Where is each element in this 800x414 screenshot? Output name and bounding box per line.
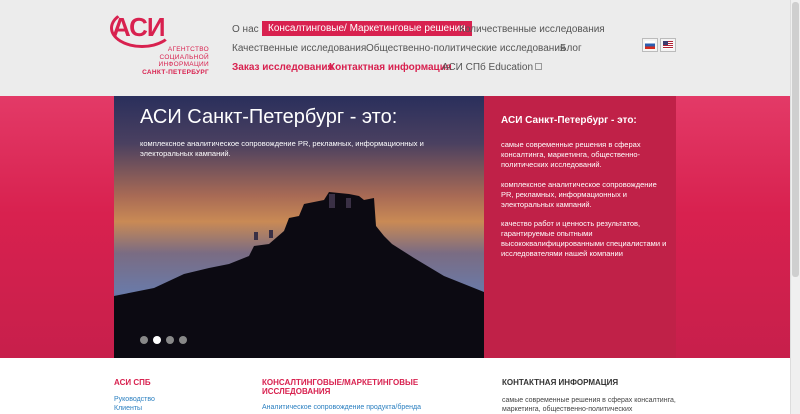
nav-blog[interactable]: Блог: [560, 43, 582, 54]
slide-title: АСИ Санкт-Петербург - это:: [140, 106, 398, 128]
slider-dot-2[interactable]: [153, 336, 161, 344]
footer-link-clients[interactable]: Клиенты: [114, 405, 142, 412]
castle-silhouette: [114, 192, 484, 358]
nav-quantitative[interactable]: Количественные исследования: [459, 24, 605, 35]
footer-col1-title: АСИ СПБ: [114, 378, 151, 387]
slide-text: комплексное аналитическое сопровождение …: [140, 139, 424, 158]
en-flag-icon[interactable]: [660, 38, 676, 52]
footer-contact-text: самые современные решения в сферах конса…: [502, 397, 676, 413]
nav-order[interactable]: Заказ исследования: [232, 62, 333, 73]
nav-contacts[interactable]: Контактная информация: [329, 62, 452, 73]
logo-mark: АСИ: [110, 8, 174, 48]
nav-about[interactable]: О нас: [232, 24, 259, 35]
nav-consulting[interactable]: Консалтинговые/ Маркетинговые решения: [262, 21, 472, 36]
footer-col3-title: КОНТАКТНАЯ ИНФОРМАЦИЯ: [502, 378, 619, 387]
page-scrollbar[interactable]: [790, 0, 800, 414]
ru-flag-icon[interactable]: [642, 38, 658, 52]
footer-col2-title: КОНСАЛТИНГОВЫЕ/МАРКЕТИНГОВЫЕ: [262, 378, 419, 387]
slider-dot-1[interactable]: [140, 336, 148, 344]
info-panel: АСИ Санкт-Петербург - это: самые совреме…: [484, 96, 676, 358]
panel-paragraph-2: комплексное аналитическое сопровождение …: [501, 180, 657, 209]
slider-dot-4[interactable]: [179, 336, 187, 344]
nav-political[interactable]: Общественно-политические исследования: [366, 43, 565, 54]
panel-title: АСИ Санкт-Петербург - это:: [501, 115, 637, 126]
header: АСИ АГЕНТСТВО СОЦИАЛЬНОЙ ИНФОРМАЦИИ САНК…: [0, 0, 790, 96]
nav-education[interactable]: АСИ СПб Education: [442, 62, 543, 73]
footer-col2-title-line2: ИССЛЕДОВАНИЯ: [262, 387, 331, 396]
nav-qualitative[interactable]: Качественные исследования: [232, 43, 366, 54]
panel-paragraph-1: самые современные решения в сферах конса…: [501, 140, 641, 169]
footer-link-brand-support[interactable]: Аналитическое сопровождение продукта/бре…: [262, 404, 421, 411]
hero-slider[interactable]: АСИ Санкт-Петербург - это: комплексное а…: [114, 96, 484, 358]
footer-link-management[interactable]: Руководство: [114, 396, 155, 403]
site-logo[interactable]: АСИ АГЕНТСТВО СОЦИАЛЬНОЙ ИНФОРМАЦИИ САНК…: [110, 8, 212, 82]
external-link-icon: [535, 62, 543, 70]
scroll-thumb[interactable]: [792, 2, 799, 277]
logo-text: АГЕНТСТВО СОЦИАЛЬНОЙ ИНФОРМАЦИИ САНКТ-ПЕ…: [142, 46, 209, 76]
slider-dots: [140, 336, 187, 344]
slider-dot-3[interactable]: [166, 336, 174, 344]
nav-education-label: АСИ СПб Education: [442, 62, 534, 73]
panel-paragraph-3: качество работ и ценность результатов, г…: [501, 219, 667, 258]
